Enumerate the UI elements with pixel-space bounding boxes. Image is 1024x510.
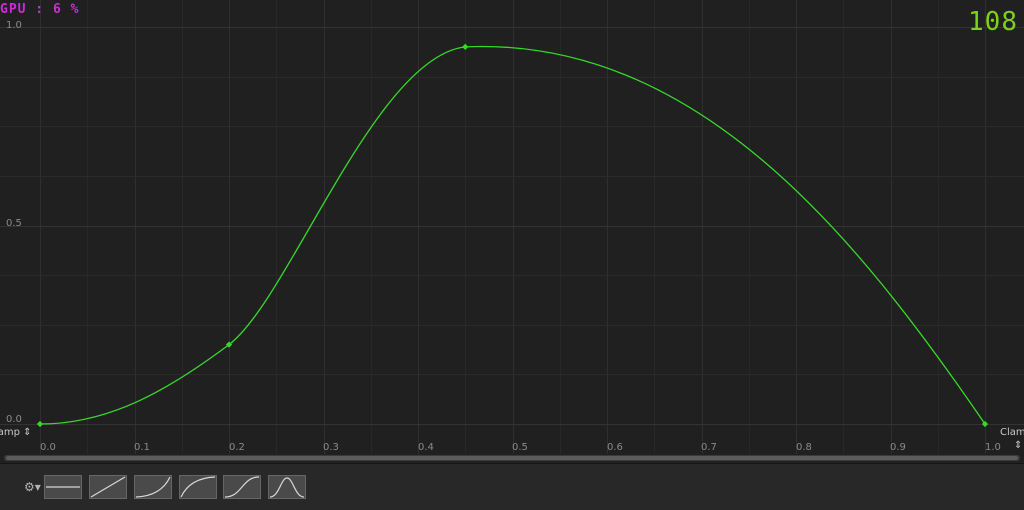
x-tick-label: 1.0: [985, 442, 1001, 453]
keyframe-handle[interactable]: [462, 43, 469, 50]
y-tick-label: 0.5: [6, 218, 22, 229]
preset-linear-button[interactable]: [89, 475, 127, 499]
gear-icon[interactable]: ⚙▾: [24, 480, 41, 494]
post-wrap-mode-dropdown[interactable]: Clamp: [1000, 427, 1024, 438]
updown-arrow-icon: ⇕: [23, 427, 32, 438]
y-tick-label: 0.0: [6, 414, 22, 425]
updown-arrow-icon: ⇕: [1014, 440, 1023, 451]
preset-constant-button[interactable]: [44, 475, 82, 499]
x-tick-label: 0.3: [323, 442, 339, 453]
preset-ease-in-button[interactable]: [134, 475, 172, 499]
preset-ease-in-out-button[interactable]: [223, 475, 261, 499]
post-wrap-mode-label: Clamp: [1000, 427, 1024, 438]
gpu-usage-overlay: GPU : 6 %: [0, 2, 80, 17]
x-tick-label: 0.8: [796, 442, 812, 453]
x-tick-label: 0.0: [40, 442, 56, 453]
pre-wrap-mode-dropdown[interactable]: Clamp ⇕: [0, 427, 36, 438]
y-tick-label: 1.0: [6, 20, 22, 31]
horizontal-scrollbar[interactable]: [4, 455, 1020, 461]
grid: [0, 0, 1024, 454]
x-tick-label: 0.2: [229, 442, 245, 453]
x-tick-label: 0.4: [418, 442, 434, 453]
x-tick-label: 0.1: [134, 442, 150, 453]
fps-counter: 108: [968, 7, 1018, 37]
preset-ease-out-button[interactable]: [179, 475, 217, 499]
scrollbar-thumb[interactable]: [6, 456, 1018, 460]
keyframes[interactable]: [36, 43, 989, 428]
x-tick-label: 0.7: [701, 442, 717, 453]
pre-wrap-mode-label: Clamp: [0, 427, 20, 438]
curve-editor[interactable]: 1.0 0.5 0.0 0.0 0.1 0.2 0.3 0.4 0.5 0.6 …: [0, 0, 1024, 462]
x-tick-label: 0.6: [607, 442, 623, 453]
keyframe-handle[interactable]: [36, 420, 44, 428]
x-tick-label: 0.5: [512, 442, 528, 453]
preset-bell-button[interactable]: [268, 475, 306, 499]
x-tick-label: 0.9: [890, 442, 906, 453]
curve-canvas[interactable]: [0, 0, 1024, 462]
